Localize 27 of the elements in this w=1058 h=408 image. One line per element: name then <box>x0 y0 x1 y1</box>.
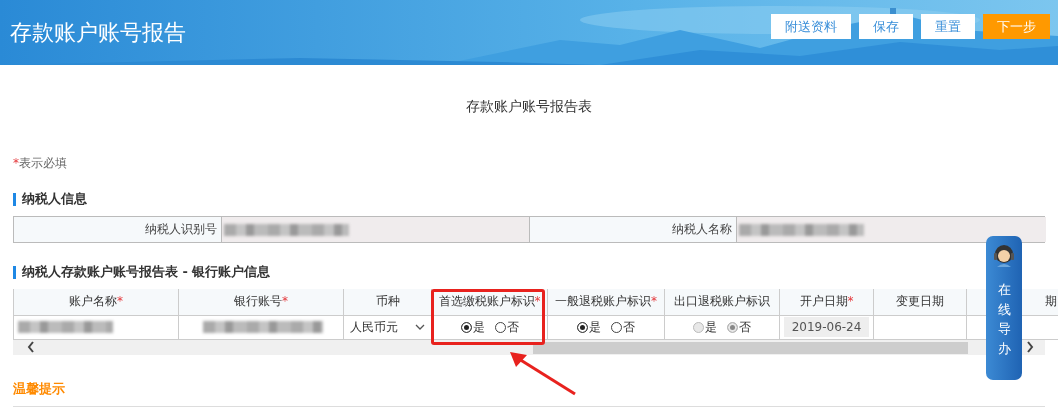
chevron-right-icon[interactable] <box>1026 340 1034 353</box>
required-note: *表示必填 <box>13 155 68 172</box>
column-header: 变更日期 <box>873 289 967 315</box>
column-header: 币种 <box>343 289 432 315</box>
page-title: 存款账户账号报告 <box>10 18 186 47</box>
column-header: 出口退税账户标识 <box>664 289 780 315</box>
chevron-left-icon[interactable] <box>27 340 35 353</box>
field-label: 纳税人名称 <box>529 217 736 242</box>
column-header: 账户名称* <box>13 289 179 315</box>
column-header: 银行账号* <box>178 289 344 315</box>
person-icon <box>991 242 1017 268</box>
arrow-drawing <box>507 350 577 396</box>
section-title: 纳税人信息 <box>22 190 87 208</box>
guide-button[interactable]: 在线导办 <box>986 236 1022 380</box>
radio-option[interactable]: 否 <box>494 318 519 336</box>
toolbar-button[interactable]: 附送资料 <box>771 14 851 39</box>
section-title: 纳税人存款账户账号报告表 - 银行账户信息 <box>22 263 271 281</box>
field-label: 纳税人识别号 <box>14 217 221 242</box>
tips-title: 温馨提示 <box>13 379 66 398</box>
column-header: 开户日期* <box>779 289 874 315</box>
toolbar-button[interactable]: 重置 <box>921 14 975 39</box>
radio-option[interactable]: 是 <box>460 318 485 336</box>
radio-option[interactable]: 否 <box>611 318 635 336</box>
form-title: 存款账户账号报告表 <box>466 98 592 114</box>
toolbar-button[interactable]: 保存 <box>859 14 913 39</box>
column-header: 一般退税账户标识* <box>547 289 665 315</box>
radio-option[interactable]: 是 <box>577 318 601 336</box>
